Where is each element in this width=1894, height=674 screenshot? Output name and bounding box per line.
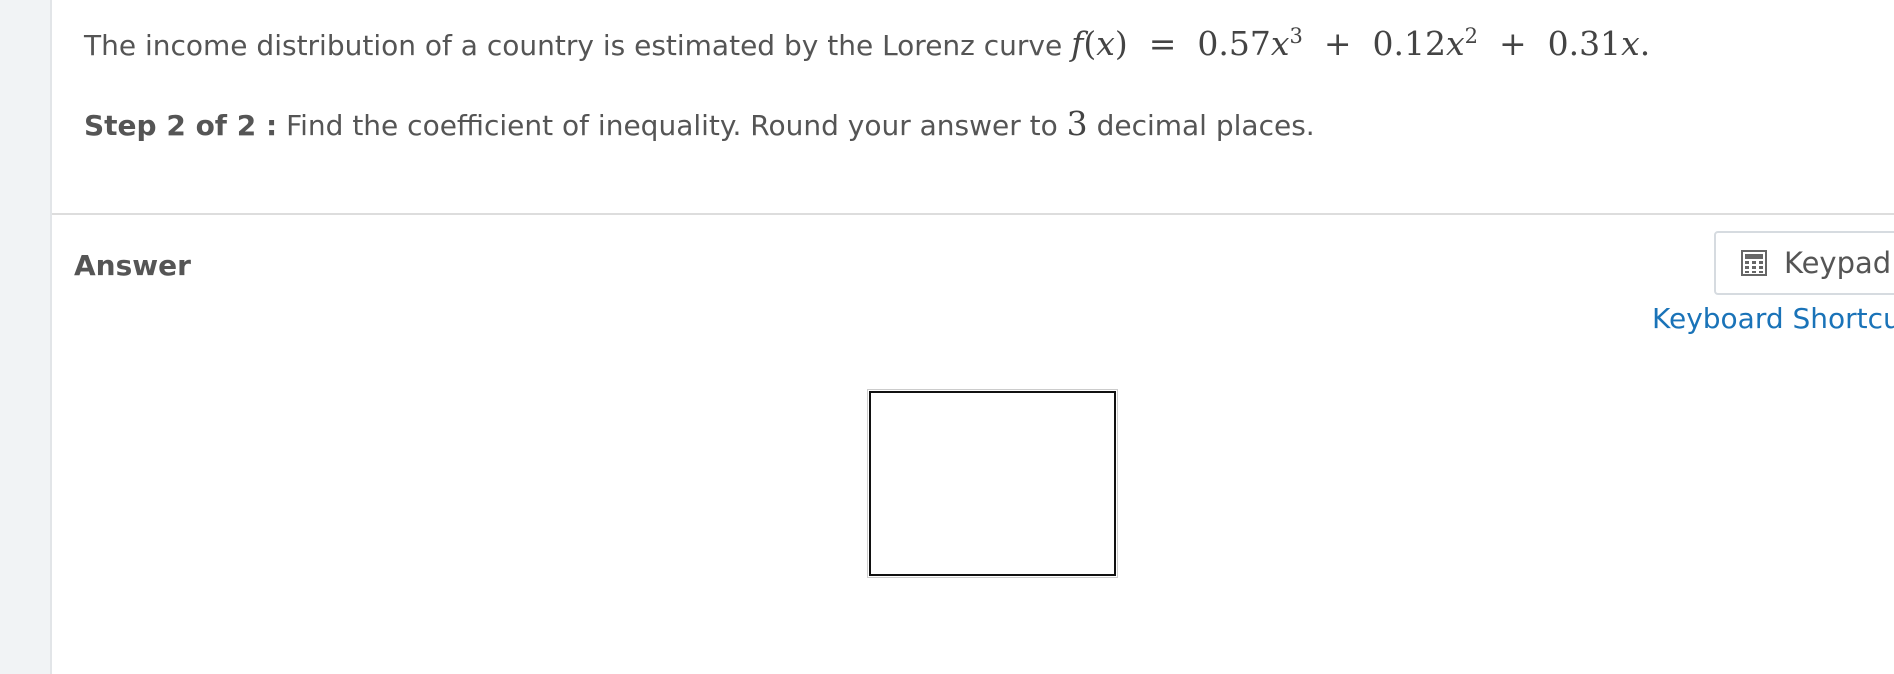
keypad-button[interactable]: Keypad [1714,231,1894,295]
eq-power-1: 3 [1289,24,1303,48]
eq-plus-1: + [1323,24,1352,63]
eq-period: . [1639,24,1651,63]
answer-input-box[interactable] [867,389,1118,578]
left-gutter [0,0,52,674]
step-instruction: Step 2 of 2 : Find the coefficient of in… [84,102,1315,148]
eq-plus-2: + [1498,24,1527,63]
eq-power-2: 2 [1464,24,1478,48]
question-text: The income distribution of a country is … [84,22,1650,68]
eq-equals: = [1148,24,1177,63]
eq-coef-1: 0.57 [1197,24,1271,63]
section-divider [52,213,1894,215]
step-text-before: Find the coefficient of inequality. Roun… [286,109,1058,142]
eq-x-2: x [1445,24,1465,63]
eq-x-3: x [1621,24,1640,63]
eq-coef-3: 0.31 [1547,24,1622,63]
eq-paren-open: ( [1083,24,1097,63]
step-decimals: 3 [1066,104,1088,143]
step-label: Step 2 of 2 : [84,109,278,142]
eq-variable: x [1096,24,1115,63]
question-prompt: The income distribution of a country is … [84,29,1063,62]
eq-x-1: x [1270,24,1290,63]
step-text-after: decimal places. [1096,109,1315,142]
eq-coef-2: 0.12 [1372,24,1446,63]
eq-paren-close: ) [1114,24,1128,63]
keyboard-shortcuts-link[interactable]: Keyboard Shortcut [1652,299,1894,339]
lorenz-equation: f(x) = 0.57x3 + 0.12x2 + 0.31x. [1071,24,1650,63]
calculator-icon [1740,249,1768,277]
answer-heading: Answer [74,249,191,282]
eq-function-name: f [1071,24,1084,63]
keypad-label: Keypad [1784,246,1892,280]
